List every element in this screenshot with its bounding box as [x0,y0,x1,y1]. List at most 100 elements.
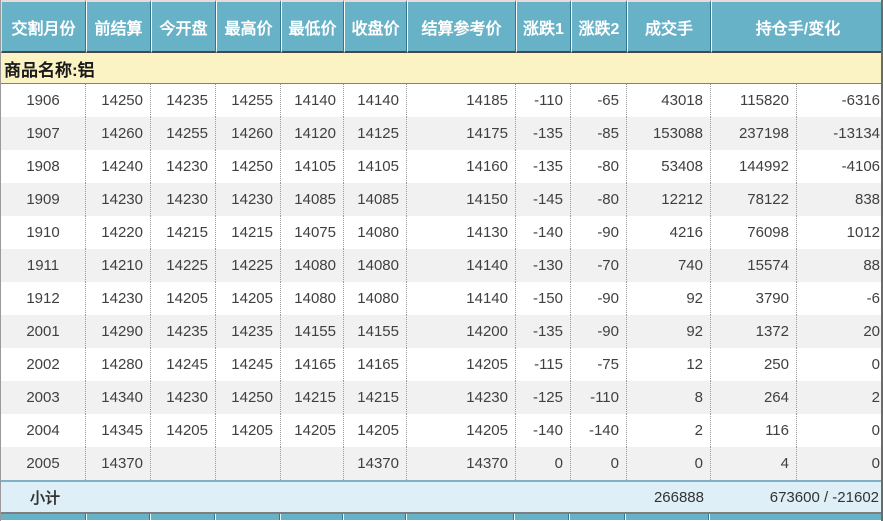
cell-value: 14140 [407,282,516,315]
col-header-change2: 涨跌2 [571,0,627,53]
cell-value: 88 [797,249,881,282]
cell-value: 14230 [151,381,216,414]
cell-value: 14075 [281,216,344,249]
cell-value: -80 [571,183,627,216]
cell-value: 14230 [86,183,151,216]
table-row: 2004 14345 14205 14205 14205 14205 14205 -140 -1… [1,414,881,447]
cell-value: 0 [797,447,881,480]
cell-value: 14370 [407,447,516,480]
cell-value: 14215 [151,216,216,249]
cell-value: 144992 [711,150,797,183]
cell-value: 2 [627,414,711,447]
cell-delivery-month: 2001 [1,315,86,348]
cell-value: -140 [516,414,571,447]
cell-value: 14205 [407,348,516,381]
cell-value: 14260 [216,117,281,150]
cell-value: 14205 [281,414,344,447]
table-row: 2001 14290 14235 14235 14155 14155 14200 -135 -9… [1,315,881,348]
cell-value: 14280 [86,348,151,381]
cell-delivery-month: 1912 [1,282,86,315]
cell-value: 0 [797,414,881,447]
cell-value: -85 [571,117,627,150]
cell-value: 14155 [344,315,407,348]
cell-value [151,447,216,480]
cell-value: 92 [627,315,711,348]
cell-value: 14340 [86,381,151,414]
subtotal-row: 小计 266888 673600 / -21602 [1,480,881,512]
next-header-cell [342,514,406,520]
cell-value: 14240 [86,150,151,183]
product-row: 商品名称:铝 [1,53,881,84]
cell-value: 14140 [407,249,516,282]
cell-value: 14370 [86,447,151,480]
col-header-low: 最低价 [281,0,344,53]
cell-value: 740 [627,249,711,282]
cell-value: 14345 [86,414,151,447]
cell-value: 14230 [151,183,216,216]
cell-value: 43018 [627,84,711,117]
cell-value: 14080 [281,249,344,282]
next-header-cell [280,514,343,520]
cell-delivery-month: 1909 [1,183,86,216]
col-header-open-interest-change: 持仓手/变化 [711,0,881,53]
cell-value: 250 [711,348,797,381]
subtotal-open-interest-change: 673600 / -21602 [711,480,881,512]
cell-value: 14205 [216,282,281,315]
cell-value: 14235 [151,315,216,348]
next-header-cell [405,514,515,520]
table-row: 1907 14260 14255 14260 14120 14125 14175 -135 -8… [1,117,881,150]
cell-value: 14230 [216,183,281,216]
cell-value: 838 [797,183,881,216]
cell-delivery-month: 1908 [1,150,86,183]
cell-value: -110 [516,84,571,117]
quote-rows: 1906 14250 14235 14255 14140 14140 14185 -110 -6… [1,84,881,480]
cell-value: 14120 [281,117,344,150]
cell-value: 14235 [151,84,216,117]
cell-value: 14230 [86,282,151,315]
cell-value: 14105 [344,150,407,183]
table-row: 1910 14220 14215 14215 14075 14080 14130 -140 -9… [1,216,881,249]
cell-value: -115 [516,348,571,381]
cell-value: 0 [571,447,627,480]
table-header: 交割月份 前结算 今开盘 最高价 最低价 收盘价 结算参考价 涨跌1 涨跌2 成… [1,0,881,53]
cell-delivery-month: 1907 [1,117,86,150]
cell-value: 0 [627,447,711,480]
cell-value: 0 [797,348,881,381]
cell-value: -145 [516,183,571,216]
next-header-cell [708,514,881,520]
cell-value [216,447,281,480]
cell-value: 14125 [344,117,407,150]
header-row: 交割月份 前结算 今开盘 最高价 最低价 收盘价 结算参考价 涨跌1 涨跌2 成… [1,0,881,53]
futures-quotes-screen: 交割月份 前结算 今开盘 最高价 最低价 收盘价 结算参考价 涨跌1 涨跌2 成… [0,0,883,521]
cell-value: 14155 [281,315,344,348]
cell-value: 1372 [711,315,797,348]
cell-value: 14205 [216,414,281,447]
next-header-cell [215,514,281,520]
table-row: 1909 14230 14230 14230 14085 14085 14150 -145 -8… [1,183,881,216]
next-table-header-strip [1,512,881,520]
cell-delivery-month: 1910 [1,216,86,249]
cell-value: 0 [516,447,571,480]
next-header-cell [1,514,86,520]
cell-value: 14200 [407,315,516,348]
cell-value: -135 [516,117,571,150]
cell-value: 14160 [407,150,516,183]
cell-value: 12212 [627,183,711,216]
cell-value: 4 [711,447,797,480]
cell-value: 14215 [216,216,281,249]
col-header-delivery-month: 交割月份 [1,0,86,53]
cell-value: 78122 [711,183,797,216]
cell-value: 14085 [344,183,407,216]
next-header-cell [624,514,709,520]
cell-value: -140 [516,216,571,249]
table-row: 1906 14250 14235 14255 14140 14140 14185 -110 -6… [1,84,881,117]
cell-value: 14290 [86,315,151,348]
cell-value: 14255 [151,117,216,150]
cell-value: -6 [797,282,881,315]
cell-value: -125 [516,381,571,414]
cell-value: 14250 [216,381,281,414]
subtotal-section: 小计 266888 673600 / -21602 [1,480,881,512]
cell-value: 92 [627,282,711,315]
cell-value: -135 [516,150,571,183]
table-row: 2003 14340 14230 14250 14215 14215 14230 -125 -1… [1,381,881,414]
